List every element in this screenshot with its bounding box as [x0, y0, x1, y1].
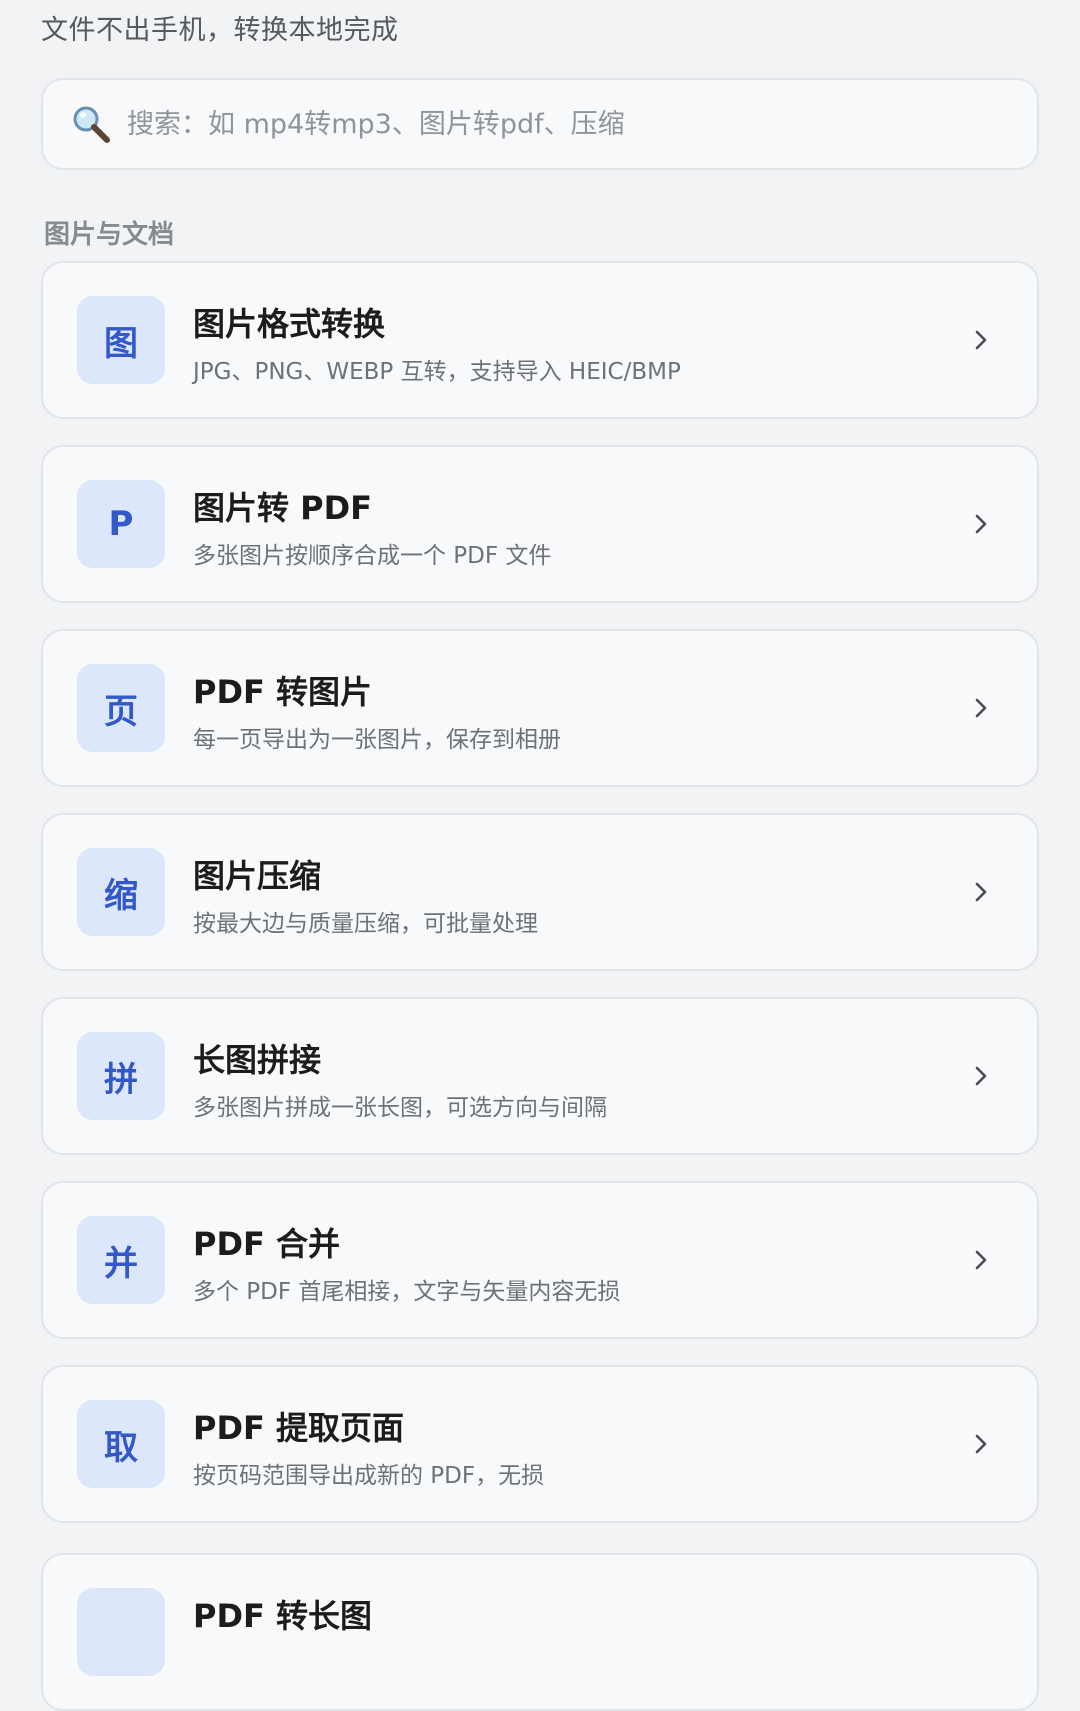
tool-badge — [77, 1588, 165, 1676]
tool-card-image-convert[interactable]: 图 图片格式转换 JPG、PNG、WEBP 互转，支持导入 HEIC/BMP — [41, 261, 1039, 419]
tool-card-pdf-to-long-image[interactable]: PDF 转长图 — [41, 1553, 1039, 1711]
search-bar[interactable] — [41, 78, 1039, 170]
tool-title: 图片压缩 — [193, 857, 322, 895]
tool-badge: 页 — [77, 664, 165, 752]
tool-badge: P — [77, 480, 165, 568]
chevron-right-icon — [975, 882, 987, 902]
tool-card-pdf-merge[interactable]: 并 PDF 合并 多个 PDF 首尾相接，文字与矢量内容无损 — [41, 1181, 1039, 1339]
tool-card-long-image-stitch[interactable]: 拼 长图拼接 多张图片拼成一张长图，可选方向与间隔 — [41, 997, 1039, 1155]
tool-description: 按页码范围导出成新的 PDF，无损 — [193, 1463, 545, 1489]
page-tagline: 文件不出手机，转换本地完成 — [41, 15, 399, 46]
tool-badge: 并 — [77, 1216, 165, 1304]
tool-description: 每一页导出为一张图片，保存到相册 — [193, 727, 561, 753]
tool-description: 多张图片拼成一张长图，可选方向与间隔 — [193, 1095, 607, 1121]
tool-description: 多个 PDF 首尾相接，文字与矢量内容无损 — [193, 1279, 621, 1305]
chevron-right-icon — [975, 514, 987, 534]
tool-badge: 拼 — [77, 1032, 165, 1120]
tool-title: 长图拼接 — [193, 1041, 322, 1079]
tool-card-image-to-pdf[interactable]: P 图片转 PDF 多张图片按顺序合成一个 PDF 文件 — [41, 445, 1039, 603]
tool-card-image-compress[interactable]: 缩 图片压缩 按最大边与质量压缩，可批量处理 — [41, 813, 1039, 971]
section-title: 图片与文档 — [44, 220, 175, 250]
tool-description: JPG、PNG、WEBP 互转，支持导入 HEIC/BMP — [193, 359, 681, 385]
tool-title: PDF 转长图 — [193, 1597, 373, 1635]
tool-badge: 图 — [77, 296, 165, 384]
tool-title: PDF 合并 — [193, 1225, 341, 1263]
tool-title: 图片格式转换 — [193, 305, 386, 343]
tool-description: 多张图片按顺序合成一个 PDF 文件 — [193, 543, 552, 569]
chevron-right-icon — [975, 1434, 987, 1454]
tool-title: PDF 转图片 — [193, 673, 373, 711]
chevron-right-icon — [975, 1066, 987, 1086]
tool-card-pdf-extract-pages[interactable]: 取 PDF 提取页面 按页码范围导出成新的 PDF，无损 — [41, 1365, 1039, 1523]
chevron-right-icon — [975, 330, 987, 350]
tool-badge: 缩 — [77, 848, 165, 936]
chevron-right-icon — [975, 698, 987, 718]
tool-card-pdf-to-image[interactable]: 页 PDF 转图片 每一页导出为一张图片，保存到相册 — [41, 629, 1039, 787]
tool-title: PDF 提取页面 — [193, 1409, 405, 1447]
search-input[interactable] — [127, 108, 977, 140]
tool-description: 按最大边与质量压缩，可批量处理 — [193, 911, 538, 937]
tool-badge: 取 — [77, 1400, 165, 1488]
tool-title: 图片转 PDF — [193, 489, 373, 527]
search-icon — [73, 106, 110, 143]
chevron-right-icon — [975, 1250, 987, 1270]
